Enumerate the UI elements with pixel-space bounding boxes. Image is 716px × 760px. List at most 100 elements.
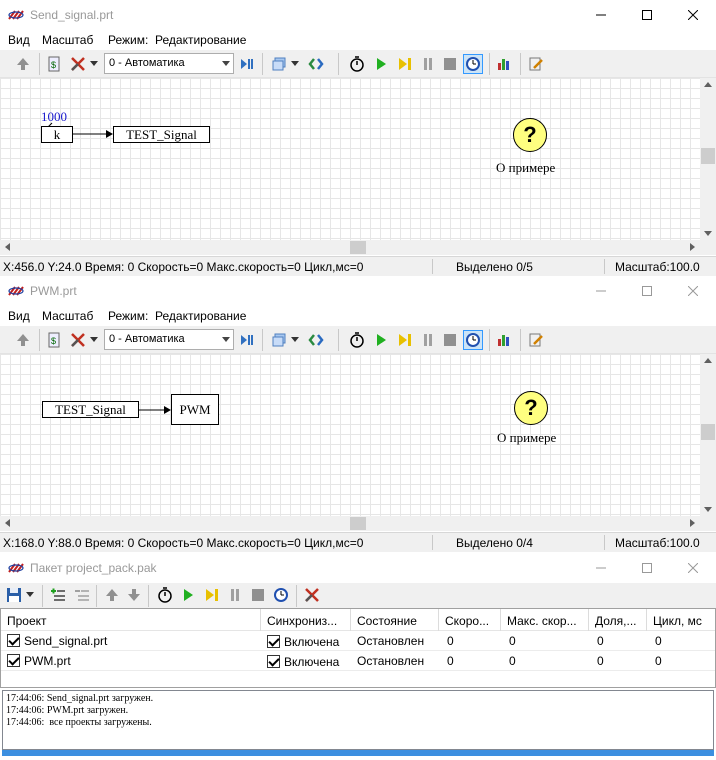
close-button[interactable] (670, 276, 716, 306)
menu-scale[interactable]: Масштаб (42, 309, 93, 323)
minimize-button[interactable] (578, 0, 624, 30)
log-panel[interactable]: 17:44:06: Send_signal.prt загружен. 17:4… (2, 690, 714, 750)
script-button[interactable]: $ (44, 54, 64, 74)
chart-button[interactable] (494, 330, 514, 350)
pause-button[interactable] (225, 585, 245, 605)
column-header-max-speed[interactable]: Макс. скор... (501, 609, 589, 631)
scroll-thumb[interactable] (701, 148, 715, 164)
horizontal-scrollbar[interactable] (0, 516, 700, 531)
step-button[interactable] (237, 330, 257, 350)
menu-mode-value[interactable]: Редактирование (155, 33, 246, 47)
windows-button[interactable] (269, 330, 289, 350)
add-project-button[interactable] (48, 585, 68, 605)
horizontal-scrollbar[interactable] (0, 240, 700, 255)
menu-view[interactable]: Вид (8, 309, 30, 323)
mode-select[interactable]: 0 - Автоматика (104, 329, 234, 350)
run-button[interactable] (371, 54, 391, 74)
sync-button[interactable] (306, 54, 326, 74)
table-row[interactable]: PWM.prt Включена Остановлен 0 0 0 0 (1, 651, 715, 671)
edit-button[interactable] (526, 330, 546, 350)
windows-dropdown[interactable] (289, 330, 301, 350)
timer-button[interactable] (155, 585, 175, 605)
tools-dropdown[interactable] (88, 330, 100, 350)
title-bar[interactable]: Send_signal.prt (0, 0, 716, 30)
run-fast-button[interactable] (395, 54, 415, 74)
menu-view[interactable]: Вид (8, 33, 30, 47)
windows-button[interactable] (269, 54, 289, 74)
tools-button[interactable] (68, 330, 88, 350)
checkbox-icon[interactable] (7, 654, 20, 667)
save-dropdown[interactable] (24, 585, 36, 605)
help-label[interactable]: О примере (496, 160, 555, 176)
close-button[interactable] (670, 553, 716, 583)
column-header-speed[interactable]: Скоро... (439, 609, 501, 631)
windows-dropdown[interactable] (289, 54, 301, 74)
help-icon[interactable]: ? (513, 118, 547, 152)
step-button[interactable] (237, 54, 257, 74)
timer-button[interactable] (347, 330, 367, 350)
tools-button[interactable] (302, 585, 322, 605)
chart-button[interactable] (494, 54, 514, 74)
clock-button[interactable] (463, 54, 483, 74)
up-button[interactable] (13, 54, 33, 74)
scheme-canvas[interactable]: TEST_Signal PWM ? О примере (0, 354, 700, 516)
menu-mode[interactable]: Режим: (108, 309, 148, 323)
save-button[interactable] (4, 585, 24, 605)
menu-mode[interactable]: Режим: (108, 33, 148, 47)
scroll-thumb[interactable] (701, 424, 715, 440)
run-fast-button[interactable] (395, 330, 415, 350)
pwm-block[interactable]: PWM (171, 394, 219, 425)
column-header-cycle[interactable]: Цикл, мс (647, 609, 713, 631)
mode-select[interactable]: 0 - Автоматика (104, 53, 234, 74)
tools-button[interactable] (68, 54, 88, 74)
scheme-canvas[interactable]: 1000 k TEST_Signal ? О примере (0, 78, 700, 240)
edit-button[interactable] (526, 54, 546, 74)
stop-button[interactable] (440, 330, 460, 350)
stop-button[interactable] (248, 585, 268, 605)
pause-button[interactable] (418, 330, 438, 350)
column-header-state[interactable]: Состояние (351, 609, 439, 631)
help-label[interactable]: О примере (497, 430, 556, 446)
column-header-sync[interactable]: Синхрониз... (261, 609, 351, 631)
menu-scale[interactable]: Масштаб (42, 33, 93, 47)
timer-button[interactable] (347, 54, 367, 74)
run-fast-button[interactable] (202, 585, 222, 605)
help-icon[interactable]: ? (514, 391, 548, 425)
close-button[interactable] (670, 0, 716, 30)
sync-button[interactable] (306, 330, 326, 350)
title-bar[interactable]: Пакет project_pack.pak (0, 553, 716, 583)
minimize-button[interactable] (578, 276, 624, 306)
constant-block[interactable]: k (41, 126, 73, 143)
up-button[interactable] (13, 330, 33, 350)
maximize-button[interactable] (624, 553, 670, 583)
vertical-scrollbar[interactable] (700, 354, 716, 516)
run-button[interactable] (371, 330, 391, 350)
run-button[interactable] (178, 585, 198, 605)
checkbox-icon[interactable] (267, 655, 280, 668)
scroll-thumb[interactable] (350, 517, 366, 530)
menu-mode-value[interactable]: Редактирование (155, 309, 246, 323)
table-row[interactable]: Send_signal.prt Включена Остановлен 0 0 … (1, 631, 715, 651)
maximize-button[interactable] (624, 276, 670, 306)
move-up-button[interactable] (102, 585, 122, 605)
signal-block[interactable]: TEST_Signal (42, 401, 139, 418)
clock-button[interactable] (271, 585, 291, 605)
script-button[interactable]: $ (44, 330, 64, 350)
stop-button[interactable] (440, 54, 460, 74)
signal-block[interactable]: TEST_Signal (113, 126, 210, 143)
move-down-button[interactable] (124, 585, 144, 605)
checkbox-icon[interactable] (7, 634, 20, 647)
maximize-button[interactable] (624, 0, 670, 30)
pause-button[interactable] (418, 54, 438, 74)
title-bar[interactable]: PWM.prt (0, 276, 716, 306)
vertical-scrollbar[interactable] (700, 78, 716, 240)
remove-project-button[interactable] (72, 585, 92, 605)
minimize-button[interactable] (578, 553, 624, 583)
column-header-project[interactable]: Проект (1, 609, 261, 631)
tools-dropdown[interactable] (88, 54, 100, 74)
bar-chart-icon (498, 59, 509, 70)
checkbox-icon[interactable] (267, 635, 280, 648)
clock-button[interactable] (463, 330, 483, 350)
scroll-thumb[interactable] (350, 241, 366, 254)
column-header-share[interactable]: Доля,... (589, 609, 647, 631)
